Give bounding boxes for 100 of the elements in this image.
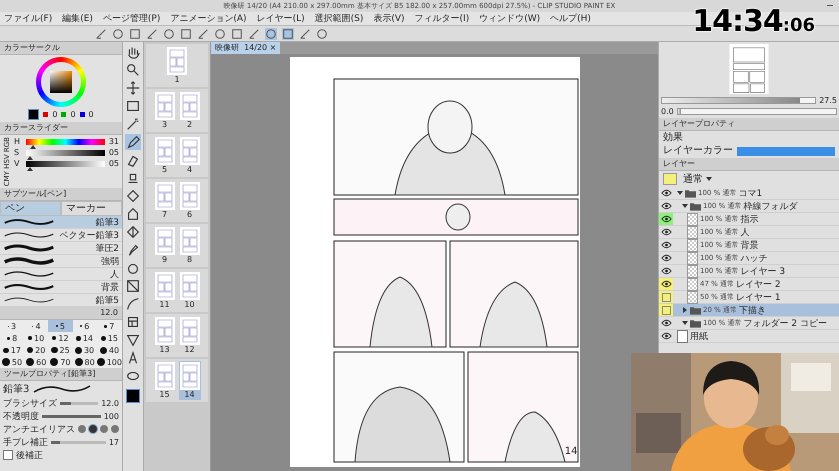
panel-tab[interactable]: レイヤー [659, 158, 839, 171]
antialias-option[interactable] [89, 425, 97, 434]
property-slider[interactable] [42, 414, 101, 418]
menu-item[interactable]: レイヤー(L) [256, 12, 305, 24]
page-thumbnail[interactable]: 1 [166, 46, 188, 85]
brush-item[interactable]: 鉛筆3 [0, 216, 122, 230]
main-color-swatch[interactable] [126, 389, 140, 403]
document-tab[interactable]: 映像研 14/20 × [211, 42, 280, 54]
brush-item[interactable]: 背景 [0, 281, 122, 294]
eye-icon[interactable] [660, 254, 672, 262]
brush-size-option[interactable]: 25 [48, 344, 73, 356]
toolbar-icon[interactable] [316, 28, 328, 40]
layer-color-swatch[interactable] [737, 146, 835, 156]
blend-mode-dropdown[interactable]: 通常 [683, 172, 712, 186]
brush-size-option[interactable]: 80 [72, 356, 97, 368]
toolbar-icon[interactable] [282, 28, 294, 40]
main-color-swatch[interactable] [28, 109, 40, 120]
menu-item[interactable]: 選択範囲(S) [314, 12, 364, 24]
page-thumbnail[interactable]: 9 [154, 226, 176, 265]
tool-icon[interactable] [125, 80, 141, 96]
brush-item[interactable]: 人 [0, 268, 122, 282]
brush-item[interactable]: ベクター鉛筆3 [0, 229, 122, 242]
property-slider[interactable] [60, 402, 98, 405]
brush-size-option[interactable]: 6 [72, 320, 97, 332]
caret-icon[interactable] [706, 176, 712, 182]
caret-icon[interactable] [682, 307, 688, 313]
tool-icon[interactable] [125, 224, 141, 240]
eye-icon[interactable] [660, 202, 672, 210]
brush-item[interactable]: 筆圧2 [0, 242, 122, 256]
tool-icon[interactable] [125, 332, 141, 348]
brush-item[interactable]: 強弱 [0, 255, 122, 268]
tool-icon[interactable] [125, 278, 141, 294]
brush-size-option[interactable]: 20 [24, 344, 48, 356]
toolbar-icon[interactable] [214, 28, 226, 40]
checkbox[interactable] [3, 450, 13, 460]
zoom-slider[interactable] [661, 97, 816, 104]
page-thumbnail[interactable]: 7 [154, 181, 176, 220]
color-wheel[interactable] [36, 57, 86, 107]
toolbar-icon[interactable] [112, 28, 124, 40]
page-thumbnail[interactable]: 5 [154, 136, 176, 175]
page-thumbnail[interactable]: 4 [178, 136, 200, 175]
tool-icon[interactable] [125, 62, 141, 78]
eye-icon[interactable] [660, 241, 672, 249]
menu-item[interactable]: 編集(E) [62, 12, 93, 24]
brush-size-option[interactable]: 50 [0, 356, 24, 368]
brush-size-option[interactable]: 30 [72, 344, 97, 356]
brush-size-option[interactable]: 60 [24, 356, 48, 368]
eye-icon[interactable] [660, 189, 672, 197]
toolbar-icon[interactable] [265, 28, 277, 40]
page-thumbnail[interactable]: 2 [178, 91, 200, 130]
toolbar-icon[interactable] [180, 28, 192, 40]
menu-item[interactable]: 表示(V) [373, 12, 405, 24]
eye-icon[interactable] [660, 332, 672, 340]
toolbar-icon[interactable] [163, 28, 175, 40]
menu-item[interactable]: ヘルプ(H) [550, 12, 591, 24]
eye-icon[interactable] [660, 280, 672, 288]
brush-size-option[interactable]: 4 [24, 320, 48, 332]
brush-size-option[interactable]: 10 [24, 332, 48, 344]
brush-size-option[interactable]: 100 [96, 356, 122, 368]
property-slider[interactable] [51, 440, 106, 444]
brush-size-option[interactable]: 3 [0, 320, 24, 332]
toolbar-icon[interactable] [146, 28, 158, 40]
menu-item[interactable]: フィルター(I) [414, 12, 470, 24]
panel-tab[interactable]: レイヤープロパティ [659, 118, 839, 131]
eye-icon[interactable] [660, 319, 672, 327]
page-thumbnail[interactable]: 10 [178, 271, 200, 310]
tool-icon[interactable] [125, 134, 141, 150]
menu-item[interactable]: アニメーション(A) [170, 12, 247, 24]
menu-item[interactable]: ウィンドウ(W) [479, 12, 540, 24]
subtool-tab[interactable]: マーカー [61, 201, 122, 216]
brush-size-option[interactable]: 40 [96, 344, 122, 356]
toolbar-icon[interactable] [299, 28, 311, 40]
panel-tab[interactable]: カラースライダー [0, 122, 122, 135]
panel-tab[interactable]: サブツール[ペン] [0, 188, 122, 202]
tool-icon[interactable] [125, 116, 141, 132]
layer-row[interactable]: 用紙 [659, 330, 839, 343]
page-thumbnail[interactable]: 14 [178, 361, 200, 400]
toolbar-icon[interactable] [129, 28, 141, 40]
page-thumbnail[interactable]: 11 [154, 271, 176, 310]
eye-icon[interactable] [660, 267, 672, 275]
menu-item[interactable]: ファイル(F) [4, 12, 52, 24]
brush-size-option[interactable]: 7 [96, 320, 122, 332]
brush-size-option[interactable]: 70 [48, 356, 73, 368]
menu-item[interactable]: ページ管理(P) [102, 12, 160, 24]
brush-size-option[interactable]: 12 [48, 332, 73, 344]
page-thumbnail[interactable]: 15 [154, 361, 176, 400]
page-thumbnail[interactable]: 13 [154, 316, 176, 355]
caret-icon[interactable] [677, 190, 683, 196]
panel-tab[interactable]: カラーサークル [0, 42, 122, 55]
brush-size-option[interactable]: 14 [72, 332, 97, 344]
brush-size-option[interactable]: 17 [0, 344, 24, 356]
caret-icon[interactable] [682, 203, 688, 209]
tool-icon[interactable] [125, 314, 141, 330]
toolbar-icon[interactable] [95, 28, 107, 40]
caret-icon[interactable] [682, 320, 688, 326]
brush-size-option[interactable]: 15 [96, 332, 122, 344]
eye-icon[interactable] [660, 215, 672, 223]
eye-icon[interactable] [660, 228, 672, 236]
brush-size-option[interactable]: 8 [0, 332, 24, 344]
color-square[interactable] [50, 71, 72, 93]
